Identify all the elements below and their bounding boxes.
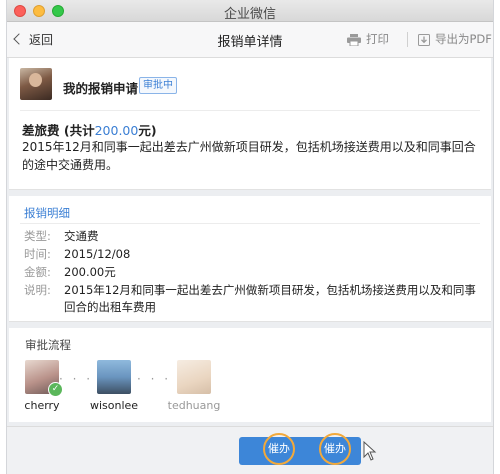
approver-tedhuang[interactable]: tedhuang xyxy=(159,360,229,412)
urge-label-highlight[interactable]: 催办 xyxy=(263,433,295,465)
expense-heading: 差旅费 (共计200.00元) xyxy=(22,120,157,139)
expense-total-prefix: (共计 xyxy=(63,123,95,138)
detail-key: 时间: xyxy=(24,247,51,261)
download-icon xyxy=(418,33,430,46)
toolbar: 返回 报销单详情 打印 导出为PDF xyxy=(7,22,493,58)
detail-key: 类型: xyxy=(24,229,51,243)
detail-value: 交通费 xyxy=(64,229,99,243)
approver-cherry[interactable]: ✓ cherry xyxy=(7,360,77,412)
applicant-title: 我的报销申请 xyxy=(63,81,139,96)
approval-flow-card: 审批流程 ✓ cherry · · · wisonlee · · · tedhu… xyxy=(9,328,491,422)
approver-name: cherry xyxy=(24,399,60,412)
printer-icon xyxy=(347,33,361,46)
action-footer: 催办 催办 xyxy=(7,426,493,474)
expense-details-card: 报销明细 类型: 交通费 时间: 2015/12/08 金额: 200.00元 … xyxy=(9,196,491,322)
expense-total-suffix: 元) xyxy=(138,123,157,138)
urge-label-highlight[interactable]: 催办 xyxy=(319,433,351,465)
avatar: ✓ xyxy=(25,360,63,397)
approval-section-title: 审批流程 xyxy=(25,338,71,352)
detail-value: 2015/12/08 xyxy=(64,247,131,261)
back-button[interactable]: 返回 xyxy=(13,31,54,48)
cursor-icon xyxy=(363,441,377,461)
avatar xyxy=(97,360,131,394)
window-title: 企业微信 xyxy=(223,7,276,22)
application-summary-card: 我的报销申请 审批中 差旅费 (共计200.00元) 2015年12月和同事一起… xyxy=(9,58,491,190)
detail-value: 200.00元 xyxy=(64,265,116,279)
approver-name: wisonlee xyxy=(89,399,139,412)
expense-type: 差旅费 xyxy=(22,123,60,138)
details-section-title: 报销明细 xyxy=(24,206,70,220)
app-window: 企业微信 返回 报销单详情 打印 导出为PDF 我的报销申请 审批中 差旅费 (… xyxy=(6,0,494,474)
divider xyxy=(20,110,480,111)
detail-key: 说明: xyxy=(24,283,51,297)
divider xyxy=(20,223,480,224)
title-bar: 企业微信 xyxy=(7,0,493,22)
expense-description: 2015年12月和同事一起出差去广州做新项目研发，包括机场接送费用以及和同事回合… xyxy=(22,140,476,172)
detail-key: 金额: xyxy=(24,265,51,279)
back-label: 返回 xyxy=(29,33,54,47)
applicant-avatar xyxy=(20,68,52,100)
approver-wisonlee[interactable]: wisonlee xyxy=(79,360,149,412)
toolbar-divider xyxy=(407,32,408,47)
detail-value: 2015年12月和同事一起出差去广州做新项目研发，包括机场接送费用以及和同事回合… xyxy=(64,283,476,314)
approver-name: tedhuang xyxy=(167,399,221,412)
chevron-left-icon xyxy=(13,33,25,45)
avatar xyxy=(177,360,211,394)
expense-total-amount: 200.00 xyxy=(94,123,139,138)
status-badge: 审批中 xyxy=(139,77,177,94)
print-label: 打印 xyxy=(366,32,389,46)
export-pdf-label: 导出为PDF xyxy=(435,32,492,46)
print-button[interactable]: 打印 xyxy=(347,31,389,47)
export-pdf-button[interactable]: 导出为PDF xyxy=(418,31,492,47)
